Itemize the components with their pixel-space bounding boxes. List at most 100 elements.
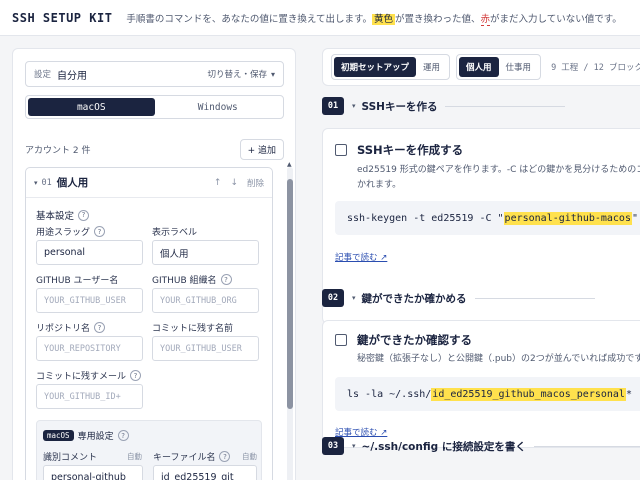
- divider: [445, 105, 566, 107]
- collapse-caret-icon[interactable]: ▾: [352, 294, 356, 302]
- mode-tabbar: 初期セットアップ 運用 個人用 仕事用 9 工程 / 12 ブロック: [322, 48, 640, 86]
- tab-work[interactable]: 仕事用: [499, 57, 539, 77]
- code-prefix: ls -la ~/.ssh/: [347, 388, 432, 400]
- github-org-label-text: GITHUB 組織名: [152, 276, 217, 286]
- task-row: SSHキーを作成する: [335, 142, 463, 158]
- tab-personal[interactable]: 個人用: [459, 57, 499, 77]
- step-title: SSHキーを作る: [361, 100, 438, 113]
- divider: [474, 297, 595, 299]
- account-name: 個人用: [56, 177, 89, 189]
- comment-label: 識別コメント: [43, 450, 97, 463]
- task-title: 鍵ができたか確認する: [357, 333, 472, 347]
- read-article-link[interactable]: 記事で読む ↗: [335, 251, 387, 263]
- github-user-input[interactable]: YOUR_GITHUB_USER: [36, 288, 143, 313]
- os-badge: macOS: [43, 430, 74, 441]
- github-org-label: GITHUB 組織名?: [152, 273, 232, 286]
- os-specific-settings: macOS 専用設定 ? 識別コメント 自動 personal-github キ…: [36, 420, 262, 480]
- instructions-panel: 初期セットアップ 運用 個人用 仕事用 9 工程 / 12 ブロック 01 ▾ …: [322, 48, 640, 480]
- delete-account-button[interactable]: 削除: [247, 177, 264, 189]
- code-substituted-value: personal-github-macos: [503, 211, 632, 225]
- move-up-icon[interactable]: ↑: [214, 178, 222, 188]
- accounts-count: アカウント 2 件: [25, 145, 91, 156]
- legend-red: 赤: [480, 13, 491, 26]
- header-description: 手順書のコマンドを、あなたの値に置き換えて出します。 黄色 が置き換わった値、赤がま…: [126, 11, 622, 26]
- scrollbar[interactable]: [287, 167, 293, 480]
- legend-yellow: 黄色: [372, 13, 396, 25]
- step-02-card: 鍵ができたか確認する 秘密鍵（拡張子なし）と公開鍵（.pub）の2つが並んでいれ…: [322, 320, 640, 448]
- keyfile-auto-tag: 自動: [242, 452, 257, 461]
- collapse-caret-icon[interactable]: ▾: [34, 179, 38, 187]
- keyfile-input[interactable]: id_ed25519_git: [153, 465, 257, 480]
- commit-email-label: コミットに残すメール?: [36, 369, 142, 382]
- step-number: 01: [322, 97, 344, 115]
- help-icon[interactable]: ?: [94, 226, 106, 237]
- os-tab-windows[interactable]: Windows: [155, 98, 282, 116]
- slug-label-text: 用途スラッグ: [36, 228, 91, 238]
- github-org-input[interactable]: YOUR_GITHUB_ORG: [152, 288, 259, 313]
- commit-email-input[interactable]: YOUR_GITHUB_ID+: [36, 384, 143, 409]
- os-toggle: macOS Windows: [25, 95, 284, 119]
- step-02-header[interactable]: 02 ▾ 鍵ができたか確かめる: [322, 289, 595, 307]
- account-card-header[interactable]: ▾ 01 個人用 ↑ ↓ 削除: [26, 168, 272, 198]
- move-down-icon[interactable]: ↓: [230, 178, 238, 188]
- github-user-label-text: GITHUB ユーザー名: [36, 276, 119, 286]
- mode-tabs: 初期セットアップ 運用: [331, 54, 451, 80]
- step-number: 03: [322, 437, 344, 455]
- tab-operation[interactable]: 運用: [416, 57, 447, 77]
- comment-label-text: 識別コメント: [43, 453, 98, 463]
- task-checkbox[interactable]: [335, 334, 347, 346]
- command-code[interactable]: ssh-keygen -t ed25519 -C " personal-githu…: [335, 201, 640, 235]
- keyfile-label-text: キーファイル名: [153, 453, 216, 463]
- app-title: SSH SETUP KIT: [12, 10, 113, 25]
- top-bar: SSH SETUP KIT 手順書のコマンドを、あなたの値に置き換えて出します。…: [0, 0, 640, 36]
- profile-action: 切り替え・保存: [207, 70, 267, 80]
- profile-selector[interactable]: 設定 自分用 切り替え・保存 ▾: [25, 61, 284, 87]
- comment-auto-tag: 自動: [127, 452, 142, 461]
- tab-initial-setup[interactable]: 初期セットアップ: [334, 57, 417, 77]
- comment-input[interactable]: personal-github: [43, 465, 143, 480]
- chevron-down-icon: ▾: [270, 69, 275, 79]
- display-label: 表示ラベル: [152, 225, 197, 238]
- basic-settings-title: 基本設定?: [36, 208, 90, 222]
- os-section-header: macOS 専用設定 ?: [43, 429, 129, 442]
- help-icon[interactable]: ?: [219, 451, 231, 462]
- desc-part-2: が置き換わった値、: [395, 13, 481, 25]
- keyfile-label: キーファイル名?: [153, 450, 231, 463]
- github-user-label: GITHUB ユーザー名: [36, 273, 118, 286]
- settings-panel: 設定 自分用 切り替え・保存 ▾ macOS Windows アカウント 2 件…: [12, 48, 296, 480]
- help-icon[interactable]: ?: [94, 322, 106, 333]
- add-account-button[interactable]: + 追加: [239, 138, 284, 160]
- accounts-header: アカウント 2 件 + 追加: [25, 138, 284, 160]
- code-prefix: ssh-keygen -t ed25519 -C ": [347, 212, 504, 224]
- commit-email-label-text: コミットに残すメール: [36, 372, 127, 382]
- step-03-header[interactable]: 03 ▾ ~/.ssh/config に接続設定を書く: [322, 437, 640, 455]
- commit-name-label-text: コミットに残す名前: [152, 324, 234, 334]
- profile-value: 自分用: [57, 70, 88, 82]
- slug-input[interactable]: personal: [36, 240, 143, 265]
- repo-label-text: リポジトリ名: [36, 324, 91, 334]
- account-tabs: 個人用 仕事用: [456, 54, 542, 80]
- task-row: 鍵ができたか確認する: [335, 332, 472, 348]
- os-section-title: 専用設定: [77, 432, 114, 442]
- help-icon[interactable]: ?: [220, 274, 232, 285]
- help-icon[interactable]: ?: [78, 209, 90, 221]
- commit-name-input[interactable]: YOUR_GITHUB_USER: [152, 336, 259, 361]
- help-icon[interactable]: ?: [117, 430, 129, 441]
- display-label-text: 表示ラベル: [152, 228, 198, 238]
- account-number: 01: [41, 177, 52, 188]
- repo-input[interactable]: YOUR_REPOSITORY: [36, 336, 143, 361]
- task-checkbox[interactable]: [335, 144, 347, 156]
- command-code[interactable]: ls -la ~/.ssh/id_ed25519_github_macos_pe…: [335, 377, 640, 411]
- profile-label: 設定: [34, 70, 52, 80]
- display-label-input[interactable]: 個人用: [152, 240, 259, 265]
- collapse-caret-icon[interactable]: ▾: [352, 102, 356, 110]
- code-suffix: " -f ~/.ssh/id_ed25519: [631, 212, 640, 224]
- step-01-header[interactable]: 01 ▾ SSHキーを作る: [322, 97, 566, 115]
- code-suffix: *: [625, 388, 632, 400]
- os-tab-macos[interactable]: macOS: [28, 98, 155, 116]
- desc-part-3: がまだ入力していない値です。: [490, 13, 622, 25]
- collapse-caret-icon[interactable]: ▾: [352, 442, 356, 450]
- scrollbar-thumb[interactable]: [287, 179, 293, 409]
- help-icon[interactable]: ?: [130, 370, 142, 381]
- code-substituted-value: id_ed25519_github_macos_personal: [431, 387, 626, 401]
